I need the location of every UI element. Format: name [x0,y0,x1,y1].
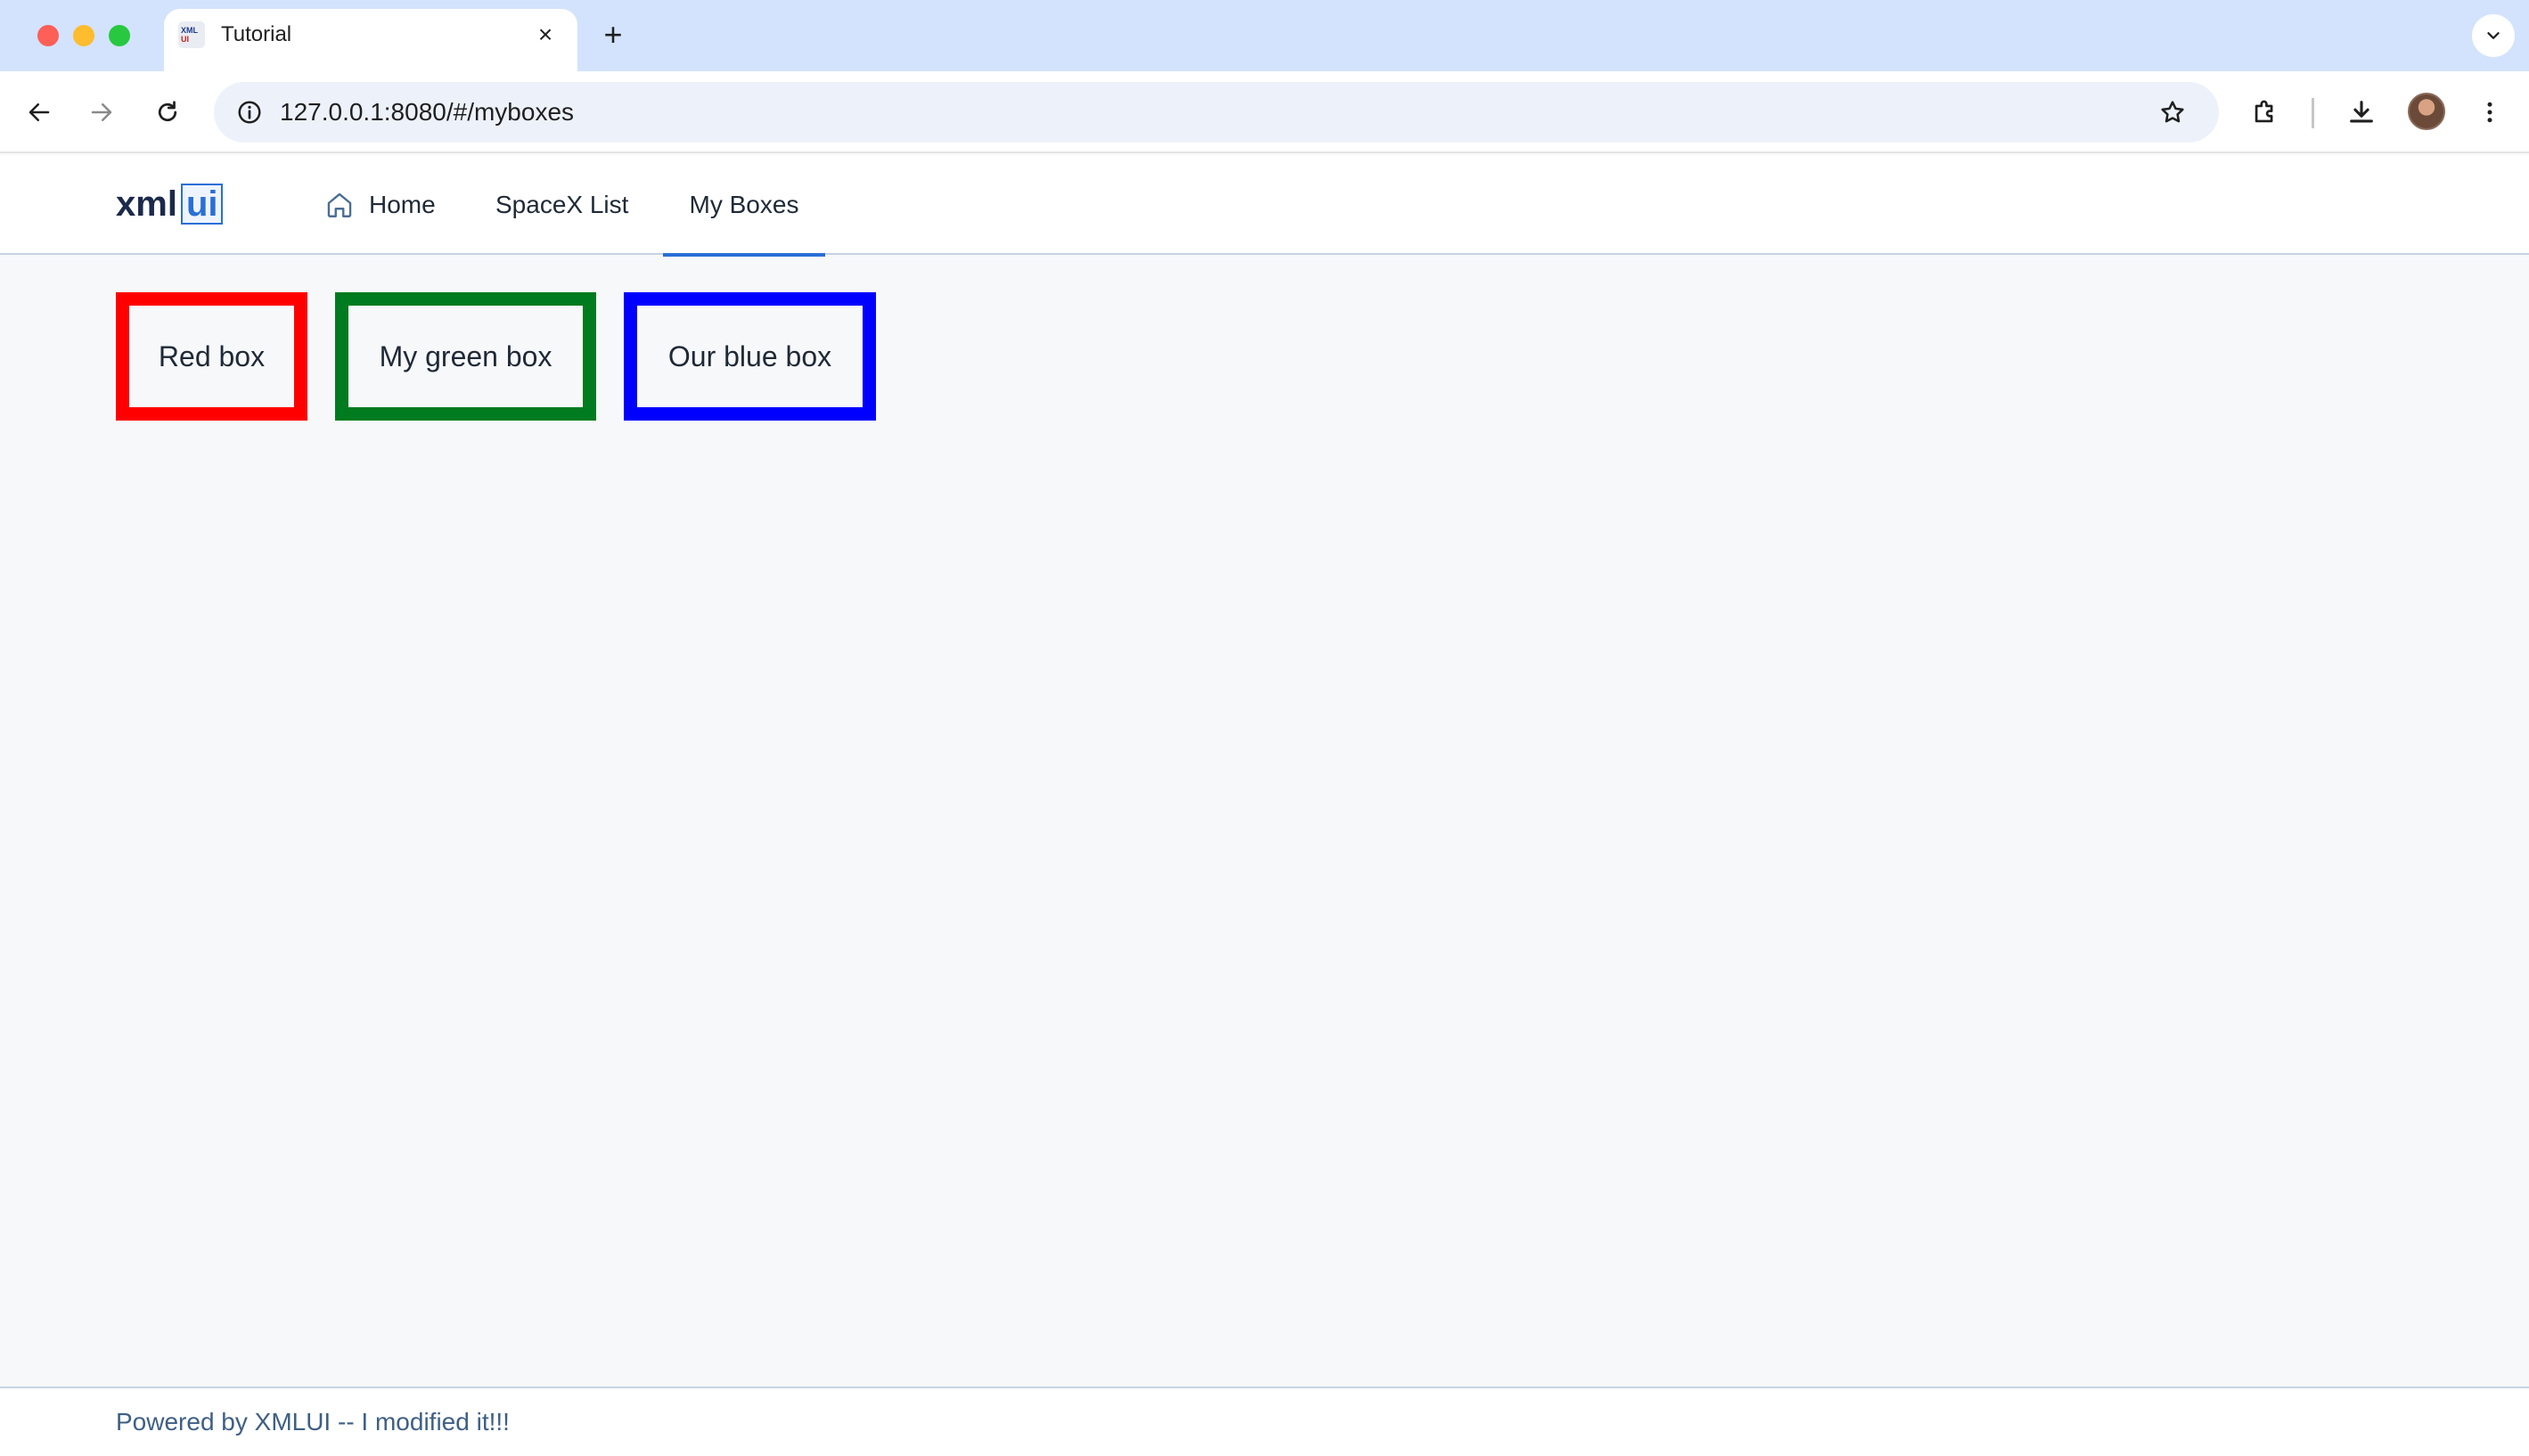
reload-icon [158,101,177,122]
downloads-button[interactable] [2340,91,2383,134]
nav-item-home[interactable]: Home [324,155,436,255]
xmlui-logo[interactable]: xml ui [116,182,224,226]
app-header: xml ui Home SpaceX List My Boxes [0,155,2529,257]
nav-item-my-boxes[interactable]: My Boxes [663,155,825,257]
tab-title: Tutorial [221,22,292,46]
nav-item-my-boxes-label: My Boxes [689,191,799,218]
nav-item-spacex-label: SpaceX List [495,191,629,218]
home-icon [327,192,352,217]
puzzle-icon [2255,100,2273,123]
nav-item-home-label: Home [369,191,436,218]
back-button[interactable] [18,91,61,134]
address-bar[interactable]: 127.0.0.1:8080/#/myboxes [214,82,2219,143]
chevron-down-icon [2487,32,2500,39]
red-box-label: Red box [158,339,266,372]
extensions-button[interactable] [2244,91,2287,134]
tab-search-button[interactable] [2472,14,2515,57]
red-box: Red box [116,292,307,421]
nav-item-spacex-list[interactable]: SpaceX List [495,155,628,255]
reload-button[interactable] [146,91,189,134]
minimize-window-button[interactable] [73,25,94,46]
bookmark-star-icon[interactable] [2153,93,2192,132]
new-tab-button[interactable]: + [595,18,631,53]
close-window-button[interactable] [37,25,59,46]
favicon-icon: XML UI [178,21,205,48]
browser-tab-strip: XML UI Tutorial × + [0,0,2529,71]
tab-close-icon[interactable]: × [531,20,560,49]
logo-highlight: ui [180,184,224,225]
app-footer: Powered by XMLUI -- I modified it!!! [0,1386,2529,1456]
green-box: My green box [335,292,596,421]
more-vertical-icon [2487,102,2492,123]
profile-avatar[interactable] [2408,93,2445,130]
download-icon [2350,101,2373,123]
arrow-right-icon [91,103,112,121]
forward-button[interactable] [80,91,123,134]
blue-box: Our blue box [624,292,876,421]
browser-tab[interactable]: XML UI Tutorial × [164,9,577,71]
star-icon [2161,101,2184,123]
footer-text: Powered by XMLUI -- I modified it!!! [116,1408,510,1436]
maximize-window-button[interactable] [109,25,130,46]
arrow-left-icon [29,103,50,121]
favicon-text-bottom: UI [181,35,189,44]
green-box-label: My green box [379,339,552,372]
site-info-icon[interactable] [230,93,269,132]
toolbar-divider [2312,98,2314,128]
favicon-text-top: XML [181,26,198,35]
browser-toolbar: 127.0.0.1:8080/#/myboxes [0,71,2529,153]
browser-menu-button[interactable] [2468,91,2511,134]
info-icon [238,101,261,124]
blue-box-label: Our blue box [667,339,832,372]
logo-text: xml [116,184,177,224]
url-text: 127.0.0.1:8080/#/myboxes [280,98,575,126]
